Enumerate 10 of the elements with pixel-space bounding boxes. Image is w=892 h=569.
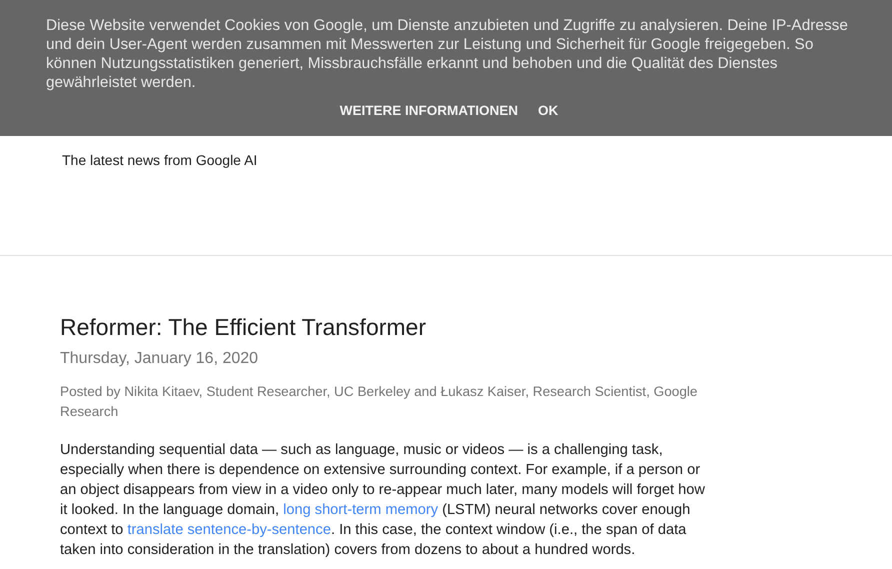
text-link[interactable]: translate sentence-by-sentence bbox=[127, 522, 331, 538]
post-title: Reformer: The Efficient Transformer bbox=[60, 314, 428, 341]
post-date: Thursday, January 16, 2020 bbox=[60, 350, 260, 368]
post-byline: Posted by Nikita Kitaev, Student Researcher, UC Berkeley and Łukasz Kaiser, Research Scientist, Google Research bbox=[60, 383, 698, 421]
more-info-button[interactable]: WEITERE INFORMATIONEN bbox=[332, 101, 526, 120]
post-paragraph: Understanding sequential data — such as language, music or videos — is a challenging task, especially when there is dependence on extensive surrounding context. For example, if a person or an object disappears from view in a video only to re-appear much later, many models will forget how it looked. In the language domain, long short-term memory (LSTM) neural networks cover enough context to translate sentence-by-sentence. In this case, the context window (i.e., the span of data taken into consideration in the translation) covers from dozens to about a hundred words. bbox=[60, 441, 706, 560]
blog-description: The latest news from Google AI bbox=[62, 152, 258, 168]
text-link[interactable]: long short-term memory bbox=[283, 502, 438, 518]
cookie-message: Diese Website verwendet Cookies von Google, um Dienste anzubieten und Zugriffe zu analysieren. Deine IP-Adresse und dein User-Agent werden zusammen mit Messwerten zur Leistung und Sicherheit für Google freigegeben. So können Nutzungsstatistiken generiert, Missbrauchsfälle erkannt und behoben und die Qualität des Dienstes gewährleistet werden. bbox=[46, 16, 849, 92]
accept-button[interactable]: OK bbox=[530, 101, 566, 120]
